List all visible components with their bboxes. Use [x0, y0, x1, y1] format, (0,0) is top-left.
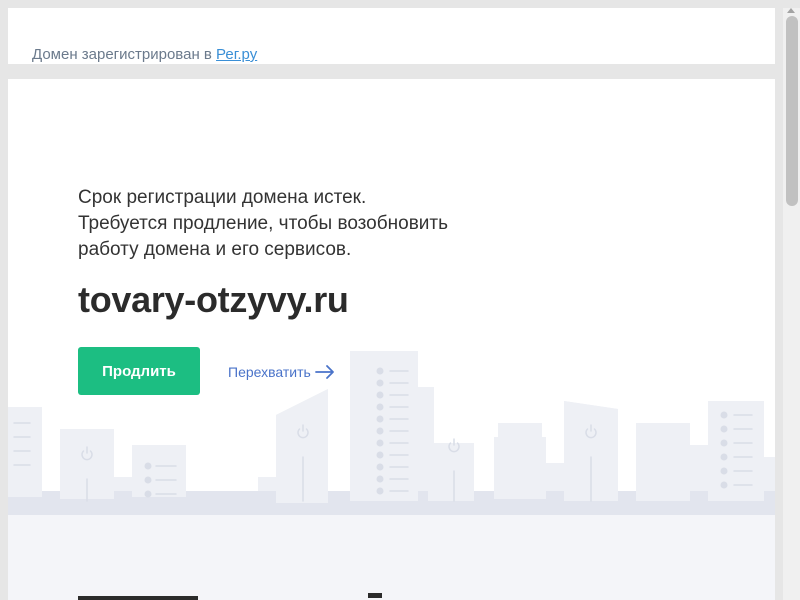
message-line-1: Срок регистрации домена истек.: [78, 187, 367, 208]
domain-name: tovary-otzyvy.ru: [78, 279, 349, 320]
intercept-link-label: Перехватить: [228, 364, 311, 380]
message-line-2: Требуется продление, чтобы возобновить: [78, 213, 448, 234]
scrollbar-thumb[interactable]: [786, 16, 798, 206]
top-bar: Домен зарегистрирован в Рег.ру: [8, 8, 775, 64]
scroll-up-icon[interactable]: [787, 8, 795, 13]
message-line-3: работу домена и его сервисов.: [78, 239, 352, 260]
intercept-link[interactable]: Перехватить: [228, 361, 336, 383]
peek-mark: [368, 593, 382, 598]
expired-domain-card: Срок регистрации домена истек. Требуется…: [8, 79, 775, 600]
registrar-note-text: Домен зарегистрирован в: [32, 46, 217, 63]
arrow-right-icon: [314, 365, 334, 379]
next-section-heading-peek: [78, 590, 408, 600]
ground-band: [8, 515, 775, 600]
registrar-note: Домен зарегистрирован в Рег.ру: [32, 46, 257, 63]
registrar-link[interactable]: Рег.ру: [216, 46, 257, 63]
expiry-message: Срок регистрации домена истек. Требуется…: [78, 185, 498, 263]
renew-button[interactable]: Продлить: [78, 347, 200, 395]
peek-line: [78, 596, 198, 600]
